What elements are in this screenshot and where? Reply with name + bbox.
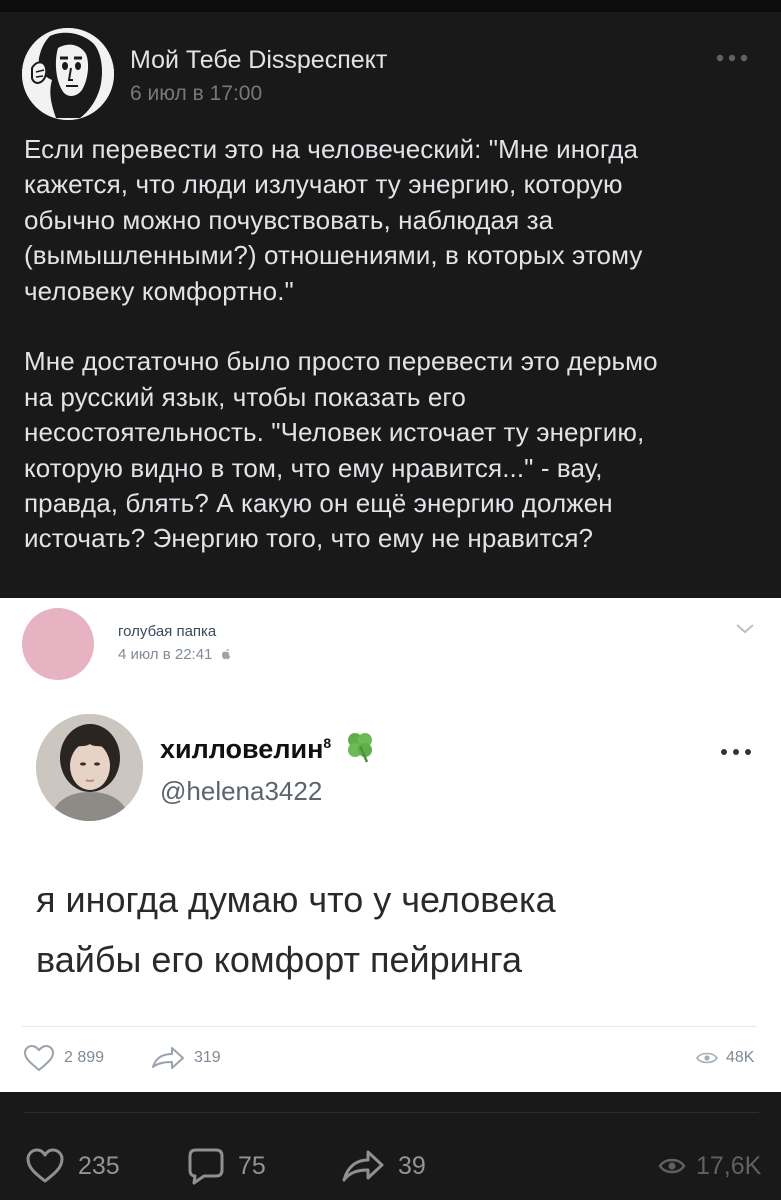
reposted-screenshot[interactable]: голубая папка 4 июл в 22:41 хилловелин8 (0, 598, 781, 1092)
author-name[interactable]: Мой Тебе Dissреспект (130, 46, 387, 75)
comment-button[interactable]: 75 (186, 1146, 266, 1186)
chevron-down-icon (736, 624, 754, 634)
person-photo-icon (36, 714, 143, 821)
wall-post: Мой Тебе Dissреспект 6 июл в 17:00 Если … (0, 12, 781, 598)
repost-date: 4 июл в 22:41 (118, 646, 231, 663)
repost-shares: 319 (150, 1044, 221, 1072)
views-counter: 17,6K (658, 1146, 761, 1186)
comment-icon (188, 1148, 224, 1185)
repost-shares-count: 319 (194, 1049, 221, 1066)
repost-views-count: 48K (726, 1049, 755, 1066)
repost-date-text: 4 июл в 22:41 (118, 646, 213, 663)
tweet-author-name: хилловелин8 (160, 730, 377, 765)
repost-author-avatar (22, 608, 94, 680)
like-count: 235 (78, 1151, 120, 1180)
tweet-author-name-text: хилловелин (160, 734, 324, 764)
views-count: 17,6K (696, 1151, 762, 1180)
repost-likes: 2 899 (22, 1044, 104, 1072)
apple-icon (221, 649, 230, 660)
share-count: 39 (398, 1151, 426, 1180)
author-avatar[interactable] (22, 28, 114, 120)
heart-icon (26, 1148, 64, 1183)
four-leaf-clover-icon (347, 733, 372, 763)
tweet-author-superscript: 8 (323, 735, 332, 751)
repost-likes-count: 2 899 (64, 1049, 105, 1066)
post-text: Если перевести это на человеческий: "Мне… (24, 134, 658, 554)
eye-icon (696, 1052, 718, 1064)
actions-divider (24, 1112, 759, 1113)
repost-views: 48K (696, 1044, 754, 1072)
repost-author-name: голубая папка (118, 623, 217, 640)
ink-drawing-face-icon (22, 28, 114, 120)
heart-icon (23, 1044, 55, 1072)
tweet-author-avatar (36, 714, 143, 821)
share-arrow-icon (152, 1047, 184, 1069)
tweet-more-icon (721, 749, 751, 755)
like-button[interactable]: 235 (24, 1146, 120, 1186)
repost-divider (22, 1026, 757, 1027)
comment-count: 75 (238, 1151, 266, 1180)
top-bar (0, 0, 781, 12)
post-date[interactable]: 6 июл в 17:00 (130, 82, 262, 106)
share-button[interactable]: 39 (340, 1146, 426, 1186)
tweet-author-handle: @helena3422 (160, 776, 323, 806)
share-arrow-icon (342, 1150, 384, 1182)
tweet-text: я иногда думаю что у человека вайбы его … (36, 879, 556, 980)
more-horizontal-icon[interactable] (714, 48, 750, 68)
eye-icon (658, 1158, 686, 1174)
